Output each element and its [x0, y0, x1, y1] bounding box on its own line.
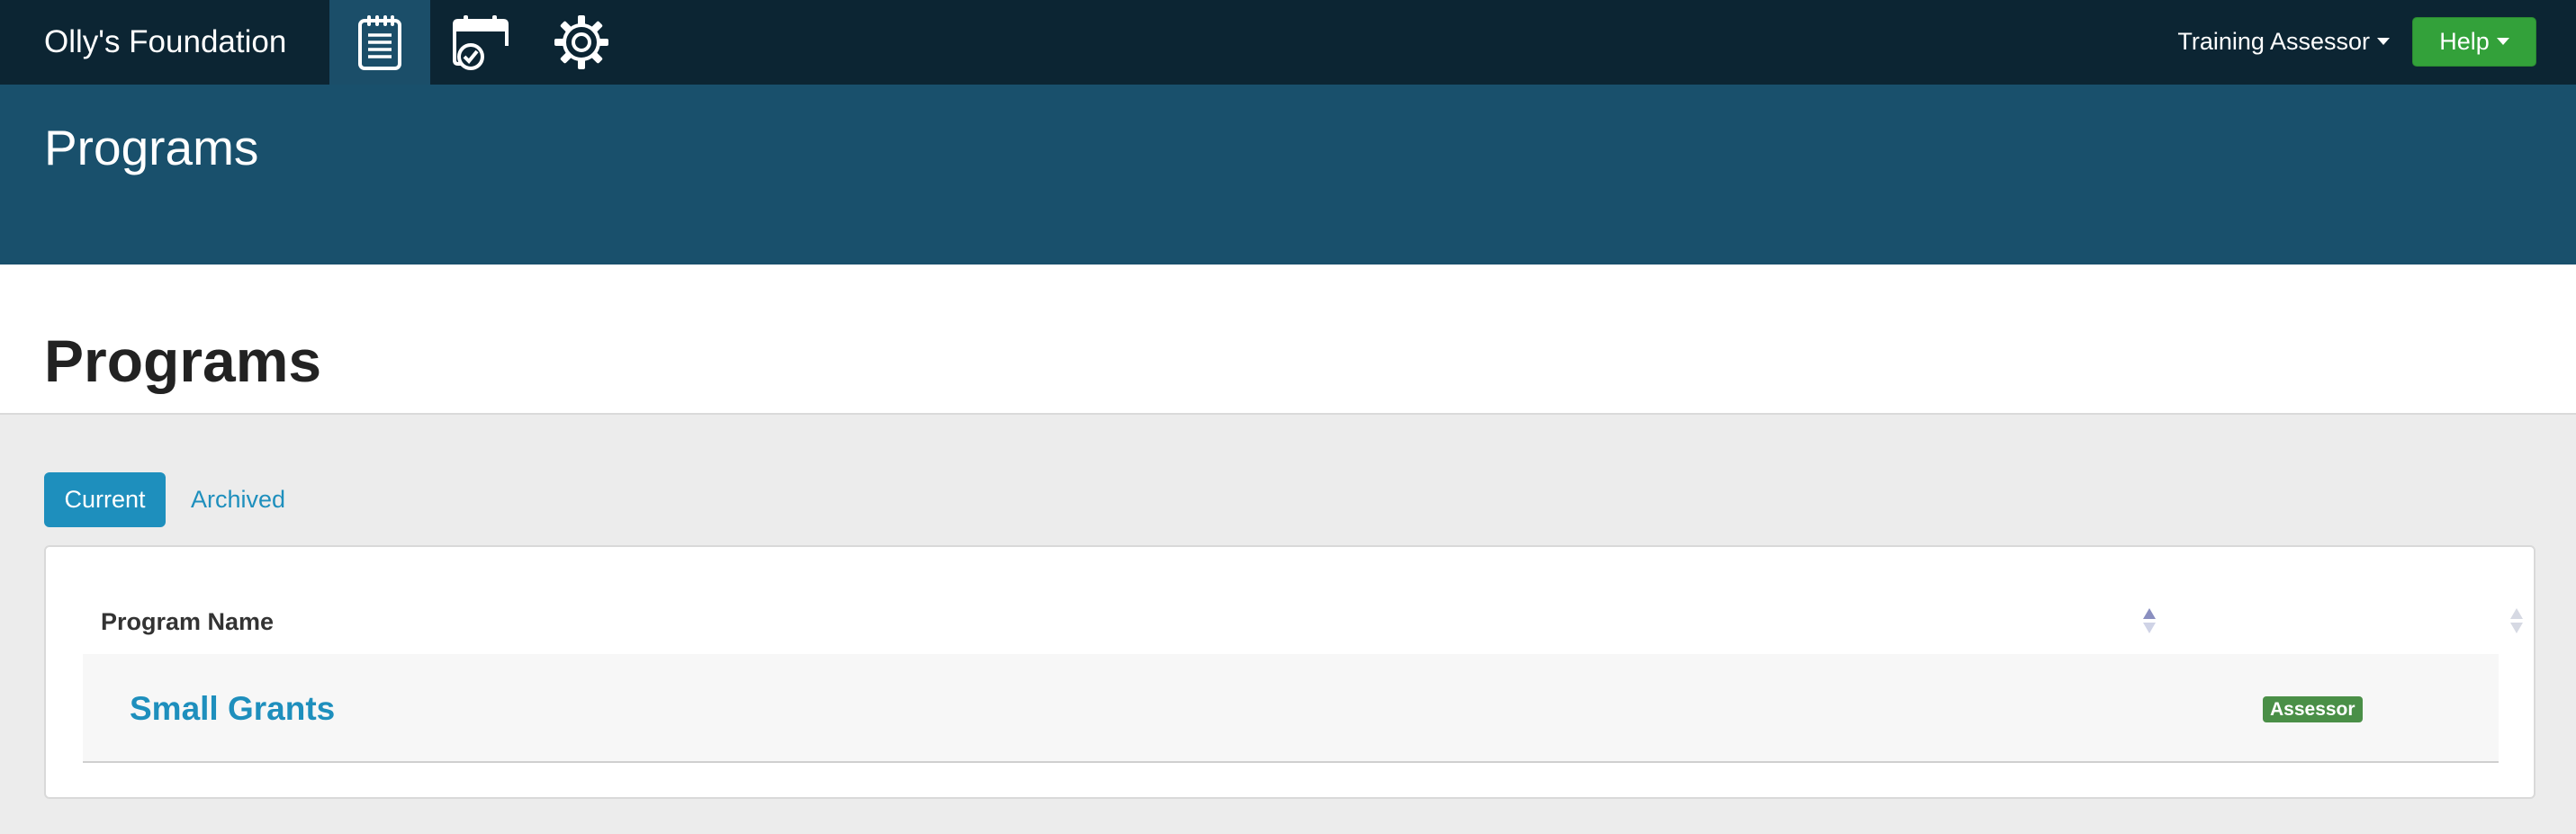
- header-band: Programs: [0, 85, 2576, 265]
- title-area: Programs: [0, 265, 2576, 415]
- chevron-down-icon: [2377, 37, 2390, 45]
- nav-item-programs[interactable]: [329, 0, 430, 85]
- nav-item-schedule[interactable]: [430, 0, 531, 85]
- brand-name[interactable]: Olly's Foundation: [44, 0, 286, 85]
- sort-program-name-icon[interactable]: [2140, 605, 2158, 637]
- table-header: Program Name: [83, 583, 2523, 660]
- help-button-label: Help: [2439, 28, 2490, 55]
- calendar-check-icon: [451, 13, 510, 71]
- help-button[interactable]: Help: [2412, 17, 2536, 67]
- programs-table-card: Program Name Small Grants Assessor: [44, 545, 2535, 799]
- sort-role-icon[interactable]: [2508, 605, 2526, 637]
- program-link-small-grants[interactable]: Small Grants: [130, 654, 335, 763]
- top-navbar: Olly's Foundation Training Assessor Help: [0, 0, 2576, 85]
- tab-current[interactable]: Current: [44, 472, 166, 527]
- user-menu-label: Training Assessor: [2177, 28, 2370, 55]
- role-badge: Assessor: [2263, 696, 2363, 722]
- clipboard-icon: [356, 13, 403, 71]
- tab-archived[interactable]: Archived: [191, 472, 285, 527]
- table-row: Small Grants Assessor: [83, 654, 2499, 763]
- gear-icon: [553, 13, 610, 71]
- user-menu[interactable]: Training Assessor: [2177, 0, 2390, 85]
- page-title: Programs: [44, 327, 322, 394]
- chevron-down-icon: [2496, 37, 2509, 45]
- band-title: Programs: [44, 120, 259, 175]
- nav-item-settings[interactable]: [531, 0, 632, 85]
- column-header-program-name[interactable]: Program Name: [101, 583, 274, 660]
